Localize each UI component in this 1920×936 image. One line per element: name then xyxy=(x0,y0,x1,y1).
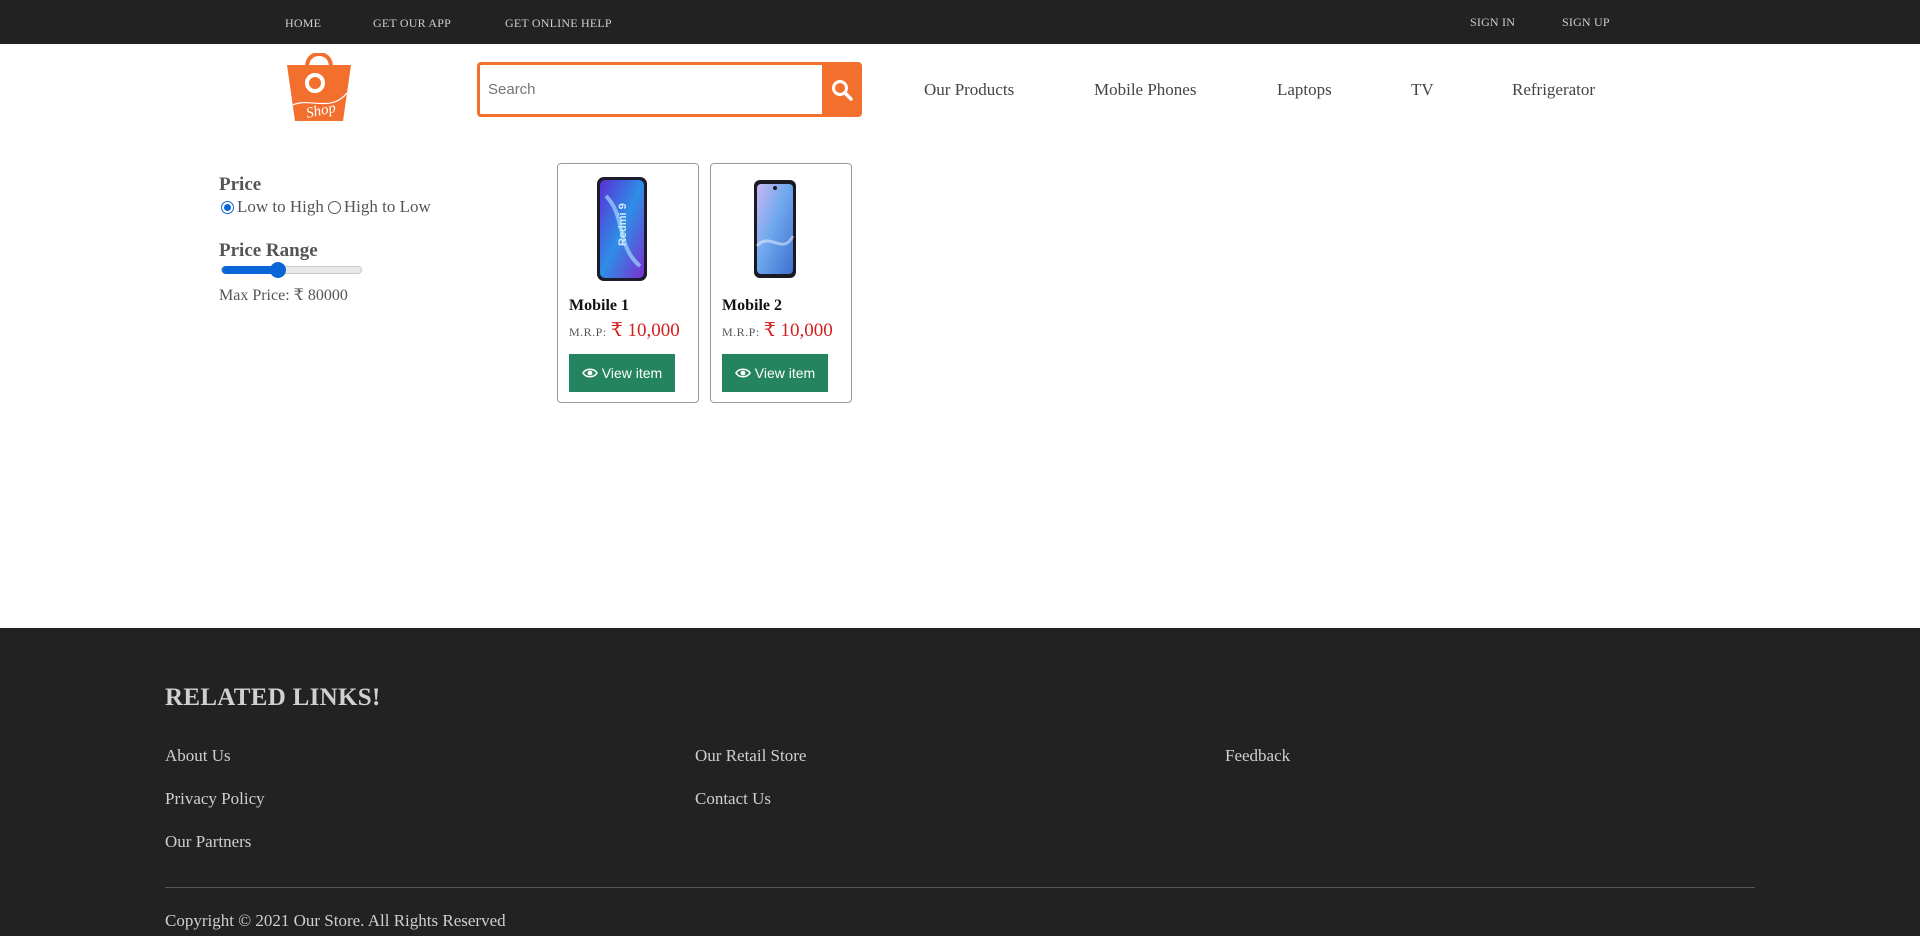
price-sort-options: Low to High High to Low xyxy=(219,197,431,217)
nav-refrigerator[interactable]: Refrigerator xyxy=(1512,80,1595,100)
copyright-text: Copyright © 2021 Our Store. All Rights R… xyxy=(165,911,506,930)
sort-high-low-label[interactable]: High to Low xyxy=(344,197,431,217)
shop-logo[interactable]: Shop xyxy=(283,51,355,123)
footer-link-our-partners[interactable]: Our Partners xyxy=(165,832,251,852)
mrp-label: M.R.P: xyxy=(569,325,607,339)
max-price-label: Max Price: ₹ 80000 xyxy=(219,287,348,304)
nav-mobile-phones[interactable]: Mobile Phones xyxy=(1094,80,1196,100)
sort-low-high-radio[interactable] xyxy=(221,200,234,214)
sort-high-low-radio[interactable] xyxy=(327,200,341,214)
product-price: M.R.P: ₹ 10,000 xyxy=(569,319,680,342)
top-bar: HOME GET OUR APP GET ONLINE HELP SIGN IN… xyxy=(0,0,1920,44)
view-item-button[interactable]: View item xyxy=(569,354,675,392)
search-bar xyxy=(477,62,862,117)
search-input[interactable] xyxy=(477,62,824,117)
mobile-1-image: Redmi 9 xyxy=(597,177,647,281)
price-value: ₹ 10,000 xyxy=(763,320,833,341)
product-card: Mobile 2 M.R.P: ₹ 10,000 View item xyxy=(710,163,852,403)
eye-icon xyxy=(734,368,751,378)
product-price: M.R.P: ₹ 10,000 xyxy=(722,319,833,342)
mrp-label: M.R.P: xyxy=(722,325,760,339)
footer: RELATED LINKS! About Us Privacy Policy O… xyxy=(0,628,1920,936)
nav-laptops[interactable]: Laptops xyxy=(1277,80,1332,100)
footer-link-privacy-policy[interactable]: Privacy Policy xyxy=(165,789,265,809)
price-filter-title: Price xyxy=(219,174,262,195)
price-range-slider[interactable] xyxy=(221,262,362,278)
price-value: ₹ 10,000 xyxy=(610,320,680,341)
shopping-bag-icon: Shop xyxy=(287,51,351,122)
footer-link-feedback[interactable]: Feedback xyxy=(1225,746,1290,766)
sign-in-link[interactable]: SIGN IN xyxy=(1470,15,1515,30)
sign-up-link[interactable]: SIGN UP xyxy=(1562,15,1610,30)
search-button[interactable] xyxy=(822,62,862,117)
nav-tv[interactable]: TV xyxy=(1411,80,1434,100)
footer-link-contact-us[interactable]: Contact Us xyxy=(695,789,771,809)
price-range-title: Price Range xyxy=(219,240,318,261)
online-help-link[interactable]: GET ONLINE HELP xyxy=(505,16,612,31)
footer-link-retail-store[interactable]: Our Retail Store xyxy=(695,746,806,766)
mobile-2-image xyxy=(754,180,796,278)
footer-title: RELATED LINKS! xyxy=(165,684,381,711)
eye-icon xyxy=(581,368,598,378)
view-item-label: View item xyxy=(601,365,663,381)
product-name[interactable]: Mobile 1 xyxy=(569,297,629,315)
product-card: Redmi 9 Mobile 1 M.R.P: ₹ 10,000 View it… xyxy=(557,163,699,403)
price-range-thumb[interactable] xyxy=(269,262,286,278)
sort-low-high-label[interactable]: Low to High xyxy=(237,197,324,217)
footer-divider xyxy=(165,887,1755,888)
svg-text:Redmi 9: Redmi 9 xyxy=(617,203,629,246)
product-name[interactable]: Mobile 2 xyxy=(722,297,782,315)
get-app-link[interactable]: GET OUR APP xyxy=(373,16,451,31)
search-icon xyxy=(832,79,853,101)
footer-link-about-us[interactable]: About Us xyxy=(165,746,231,766)
view-item-button[interactable]: View item xyxy=(722,354,828,392)
nav-our-products[interactable]: Our Products xyxy=(924,80,1014,100)
home-link[interactable]: HOME xyxy=(285,16,321,31)
view-item-label: View item xyxy=(754,365,816,381)
